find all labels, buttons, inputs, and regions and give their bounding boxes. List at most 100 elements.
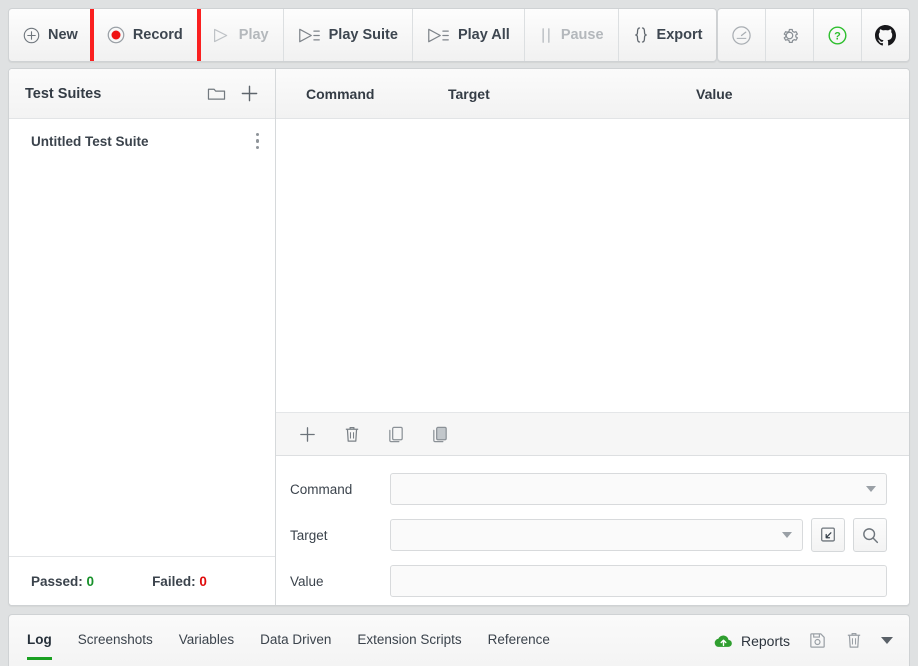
command-field-label: Command xyxy=(290,481,353,497)
command-table-body[interactable] xyxy=(276,119,909,412)
command-field-control xyxy=(390,473,887,505)
tab-log-label: Log xyxy=(27,632,52,647)
add-command-icon[interactable] xyxy=(298,425,317,444)
test-suite-name: Untitled Test Suite xyxy=(31,133,149,149)
github-button[interactable] xyxy=(862,9,909,61)
reports-button[interactable]: Reports xyxy=(713,633,790,649)
tab-log[interactable]: Log xyxy=(27,615,52,666)
add-icon[interactable] xyxy=(240,84,259,103)
play-all-icon xyxy=(427,27,450,44)
delete-command-icon[interactable] xyxy=(343,425,361,444)
sidebar-header: Test Suites xyxy=(9,69,275,119)
pause-button-label: Pause xyxy=(560,26,604,43)
help-icon: ? xyxy=(827,25,848,46)
copy-command-icon[interactable] xyxy=(387,425,405,444)
tab-extension-scripts-label: Extension Scripts xyxy=(357,632,462,647)
failed-stat: Failed: 0 xyxy=(152,574,207,589)
tab-data-driven[interactable]: Data Driven xyxy=(260,615,331,666)
chevron-down-icon[interactable] xyxy=(782,532,792,538)
command-row-actions xyxy=(276,412,909,456)
record-button-label: Record xyxy=(132,26,183,43)
reports-button-label: Reports xyxy=(740,632,790,649)
speed-gauge-icon xyxy=(731,25,752,46)
tab-data-driven-label: Data Driven xyxy=(260,632,332,647)
column-header-command: Command xyxy=(306,85,375,102)
chevron-down-icon[interactable] xyxy=(866,486,876,492)
value-field-label: Value xyxy=(290,573,324,589)
svg-text:?: ? xyxy=(834,30,841,42)
new-button[interactable]: New xyxy=(9,9,93,61)
passed-label: Passed: xyxy=(31,573,83,589)
collapse-chevron-icon[interactable] xyxy=(881,637,893,644)
passed-count: 0 xyxy=(86,573,95,589)
tab-variables-label: Variables xyxy=(178,632,235,647)
test-suite-item[interactable]: Untitled Test Suite xyxy=(9,119,275,163)
clear-log-icon[interactable] xyxy=(845,631,863,650)
record-button-wrapper: Record xyxy=(89,9,201,61)
value-input[interactable] xyxy=(390,565,887,597)
plus-circle-icon xyxy=(23,27,40,44)
find-element-icon xyxy=(861,526,880,545)
speed-settings-button[interactable] xyxy=(718,9,767,61)
command-field-row: Command xyxy=(290,470,887,508)
value-field-row: Value xyxy=(290,562,887,600)
play-button[interactable]: Play xyxy=(198,9,284,61)
toolbar-icon-group: ? xyxy=(717,8,910,62)
sidebar-header-actions xyxy=(207,84,259,103)
save-log-icon[interactable] xyxy=(808,631,827,650)
play-suite-icon xyxy=(298,27,321,44)
play-all-button-label: Play All xyxy=(457,26,510,43)
command-table-header: Command Target Value xyxy=(276,69,909,119)
target-input[interactable] xyxy=(390,519,803,551)
tab-screenshots[interactable]: Screenshots xyxy=(78,615,153,666)
column-header-value: Value xyxy=(696,85,733,102)
command-input[interactable] xyxy=(390,473,887,505)
column-header-target: Target xyxy=(448,85,490,102)
settings-button[interactable] xyxy=(766,9,815,61)
pause-button[interactable]: Pause xyxy=(525,9,619,61)
new-button-label: New xyxy=(48,26,78,43)
gear-icon xyxy=(779,25,800,46)
value-field-control xyxy=(390,565,887,597)
tab-variables[interactable]: Variables xyxy=(179,615,234,666)
braces-icon xyxy=(633,26,649,44)
paste-command-icon[interactable] xyxy=(431,425,449,444)
passed-stat: Passed: 0 xyxy=(31,574,94,589)
record-button[interactable]: Record xyxy=(93,9,198,61)
failed-count: 0 xyxy=(199,573,207,589)
test-suite-list: Untitled Test Suite xyxy=(9,119,275,556)
command-panel: Command Target Value Command Target Valu… xyxy=(276,69,909,605)
test-suites-sidebar: Test Suites Untitled Test Suite Passed: … xyxy=(9,69,276,605)
help-button[interactable]: ? xyxy=(814,9,863,61)
select-element-icon xyxy=(819,526,837,544)
target-field-control xyxy=(390,518,887,552)
toolbar-button-group: New Record Play Play Suite Play All Paus… xyxy=(8,8,718,62)
github-icon xyxy=(875,24,897,46)
tab-extension-scripts[interactable]: Extension Scripts xyxy=(357,615,461,666)
tab-screenshots-label: Screenshots xyxy=(77,632,153,647)
play-suite-button-label: Play Suite xyxy=(328,26,398,43)
export-button-label: Export xyxy=(656,26,703,43)
select-element-button[interactable] xyxy=(811,518,845,552)
play-suite-button[interactable]: Play Suite xyxy=(284,9,413,61)
new-folder-icon[interactable] xyxy=(207,85,226,102)
sidebar-title: Test Suites xyxy=(25,85,102,102)
bottom-tab-list: Log Screenshots Variables Data Driven Ex… xyxy=(27,615,550,666)
target-field-label: Target xyxy=(290,527,328,543)
cloud-upload-icon xyxy=(713,633,734,649)
main-toolbar: New Record Play Play Suite Play All Paus… xyxy=(8,8,910,62)
command-editor-form: Command Target Value xyxy=(276,456,909,605)
suite-result-summary: Passed: 0 Failed: 0 xyxy=(9,556,275,605)
tab-reference-label: Reference xyxy=(487,632,550,647)
play-all-button[interactable]: Play All xyxy=(413,9,525,61)
export-button[interactable]: Export xyxy=(619,9,717,61)
app-root: New Record Play Play Suite Play All Paus… xyxy=(0,0,918,666)
test-suite-menu-icon[interactable] xyxy=(255,132,259,150)
bottom-panel-actions: Reports xyxy=(713,615,893,666)
record-icon xyxy=(107,26,125,44)
find-element-button[interactable] xyxy=(853,518,887,552)
bottom-panel: Log Screenshots Variables Data Driven Ex… xyxy=(8,614,910,666)
failed-label: Failed: xyxy=(152,573,196,589)
pause-icon xyxy=(539,27,553,44)
tab-reference[interactable]: Reference xyxy=(488,615,550,666)
